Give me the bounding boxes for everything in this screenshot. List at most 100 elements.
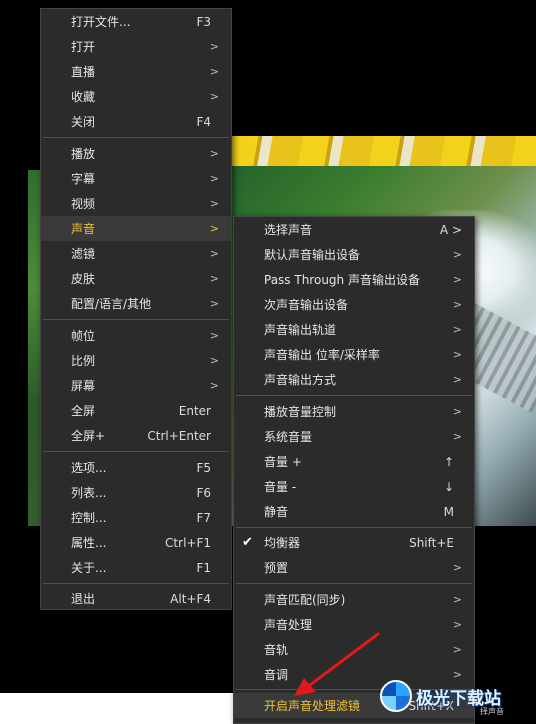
menu-item-shortcut: A > [439, 222, 462, 237]
submenu-arrow-icon: > [452, 298, 462, 311]
menu-item-live[interactable]: 直播 > [41, 59, 231, 84]
submenu-item-secondary-output[interactable]: 次声音输出设备 > [234, 292, 474, 317]
menu-item-open-file[interactable]: 打开文件... F3 [41, 9, 231, 34]
submenu-arrow-icon: > [209, 329, 219, 342]
submenu-arrow-icon: > [452, 430, 462, 443]
watermark-text: 极光下载站 [416, 688, 501, 709]
submenu-item-output-mode[interactable]: 声音输出方式 > [234, 367, 474, 392]
menu-item-label: 打开 [71, 40, 96, 54]
submenu-item-default-output[interactable]: 默认声音输出设备 > [234, 242, 474, 267]
menu-item-video[interactable]: 视频 > [41, 191, 231, 216]
submenu-item-mute[interactable]: 静音 M [234, 499, 474, 524]
menu-item-label: 比例 [71, 354, 96, 368]
submenu-arrow-icon: > [209, 90, 219, 103]
menu-item-fullscreen-plus[interactable]: 全屏+ Ctrl+Enter [41, 423, 231, 448]
checkmark-icon: ✔ [242, 535, 253, 550]
menu-item-label: 字幕 [71, 172, 96, 186]
submenu-arrow-icon: > [209, 379, 219, 392]
menu-item-shortcut: M [443, 504, 454, 519]
menu-item-label: 收藏 [71, 90, 96, 104]
submenu-arrow-icon: > [209, 247, 219, 260]
menu-item-favorites[interactable]: 收藏 > [41, 84, 231, 109]
menu-item-label: 皮肤 [71, 272, 96, 286]
menu-separator [236, 527, 472, 528]
bottom-white-area [0, 693, 240, 724]
submenu-arrow-icon: > [209, 65, 219, 78]
menu-item-label: 次声音输出设备 [264, 298, 349, 312]
annotation-arrow-icon [294, 632, 380, 696]
submenu-item-preset[interactable]: 预置 > [234, 555, 474, 580]
submenu-item-bitrate[interactable]: 声音输出 位率/采样率 > [234, 342, 474, 367]
main-context-menu: 打开文件... F3 打开 > 直播 > 收藏 > 关闭 F4 播放 > 字幕 … [40, 8, 232, 610]
menu-item-label: Pass Through 声音输出设备 [264, 273, 420, 287]
menu-item-label: 屏幕 [71, 379, 96, 393]
menu-item-playlist[interactable]: 列表... F6 [41, 480, 231, 505]
menu-item-frame[interactable]: 帧位 > [41, 323, 231, 348]
menu-item-shortcut: Shift+E [409, 535, 454, 550]
menu-item-shortcut: F7 [196, 510, 211, 525]
menu-item-control[interactable]: 控制... F7 [41, 505, 231, 530]
submenu-item-volume-down[interactable]: 音量 - ↓ [234, 474, 474, 499]
menu-item-shortcut: F3 [196, 14, 211, 29]
menu-item-label: 声音 [71, 222, 96, 236]
menu-item-label: 关闭 [71, 115, 96, 129]
menu-item-label: 选项... [71, 461, 107, 475]
submenu-item-pass-through[interactable]: Pass Through 声音输出设备 > [234, 267, 474, 292]
menu-item-label: 播放 [71, 147, 96, 161]
menu-item-shortcut: F5 [196, 460, 211, 475]
submenu-item-volume-up[interactable]: 音量 + ↑ [234, 449, 474, 474]
menu-item-filter[interactable]: 滤镜 > [41, 241, 231, 266]
menu-item-label: 声音输出 位率/采样率 [264, 348, 380, 362]
video-yellow-banner [232, 136, 536, 166]
submenu-arrow-icon: > [209, 297, 219, 310]
submenu-arrow-icon: > [209, 272, 219, 285]
submenu-arrow-icon: > [452, 248, 462, 261]
menu-item-about[interactable]: 关于... F1 [41, 555, 231, 580]
menu-item-config[interactable]: 配置/语言/其他 > [41, 291, 231, 316]
menu-item-label: 静音 [264, 505, 289, 519]
menu-item-label: 全屏+ [71, 429, 106, 443]
menu-separator [43, 137, 229, 138]
menu-item-shortcut: F4 [196, 114, 211, 129]
submenu-arrow-icon: > [209, 172, 219, 185]
menu-item-close[interactable]: 关闭 F4 [41, 109, 231, 134]
submenu-item-output-track[interactable]: 声音输出轨道 > [234, 317, 474, 342]
menu-item-label: 均衡器 [264, 536, 301, 550]
menu-item-label: 声音匹配(同步) [264, 593, 346, 607]
submenu-item-select-sound[interactable]: 选择声音 A > [234, 217, 474, 242]
submenu-arrow-icon: > [452, 405, 462, 418]
menu-item-play[interactable]: 播放 > [41, 141, 231, 166]
submenu-arrow-icon: > [209, 354, 219, 367]
menu-item-screen[interactable]: 屏幕 > [41, 373, 231, 398]
menu-item-label: 选择声音 [264, 223, 313, 237]
menu-item-properties[interactable]: 属性... Ctrl+F1 [41, 530, 231, 555]
menu-item-ratio[interactable]: 比例 > [41, 348, 231, 373]
submenu-arrow-icon: > [452, 373, 462, 386]
menu-item-label: 音量 - [264, 480, 297, 494]
menu-item-label: 声音输出方式 [264, 373, 337, 387]
submenu-item-equalizer[interactable]: ✔ 均衡器 Shift+E [234, 530, 474, 555]
menu-item-exit[interactable]: 退出 Alt+F4 [41, 586, 231, 611]
submenu-arrow-icon: > [209, 147, 219, 160]
menu-item-label: 配置/语言/其他 [71, 297, 152, 311]
submenu-arrow-icon: > [452, 348, 462, 361]
menu-item-label: 打开文件... [71, 15, 131, 29]
menu-item-label: 播放音量控制 [264, 405, 337, 419]
watermark-logo-icon [380, 680, 412, 712]
menu-item-options[interactable]: 选项... F5 [41, 455, 231, 480]
menu-item-label: 列表... [71, 486, 107, 500]
menu-item-label: 系统音量 [264, 430, 313, 444]
menu-item-label: 退出 [71, 592, 96, 606]
menu-item-skin[interactable]: 皮肤 > [41, 266, 231, 291]
menu-item-shortcut: ↑ [443, 454, 454, 469]
submenu-item-sync[interactable]: 声音匹配(同步) > [234, 587, 474, 612]
menu-item-fullscreen[interactable]: 全屏 Enter [41, 398, 231, 423]
submenu-item-system-volume[interactable]: 系统音量 > [234, 424, 474, 449]
menu-item-sound[interactable]: 声音 > [41, 216, 231, 241]
submenu-arrow-icon: > [452, 618, 462, 631]
menu-item-open[interactable]: 打开 > [41, 34, 231, 59]
menu-item-shortcut: Alt+F4 [170, 591, 211, 606]
menu-item-label: 音量 + [264, 455, 302, 469]
menu-item-subtitle[interactable]: 字幕 > [41, 166, 231, 191]
submenu-item-volume-control[interactable]: 播放音量控制 > [234, 399, 474, 424]
